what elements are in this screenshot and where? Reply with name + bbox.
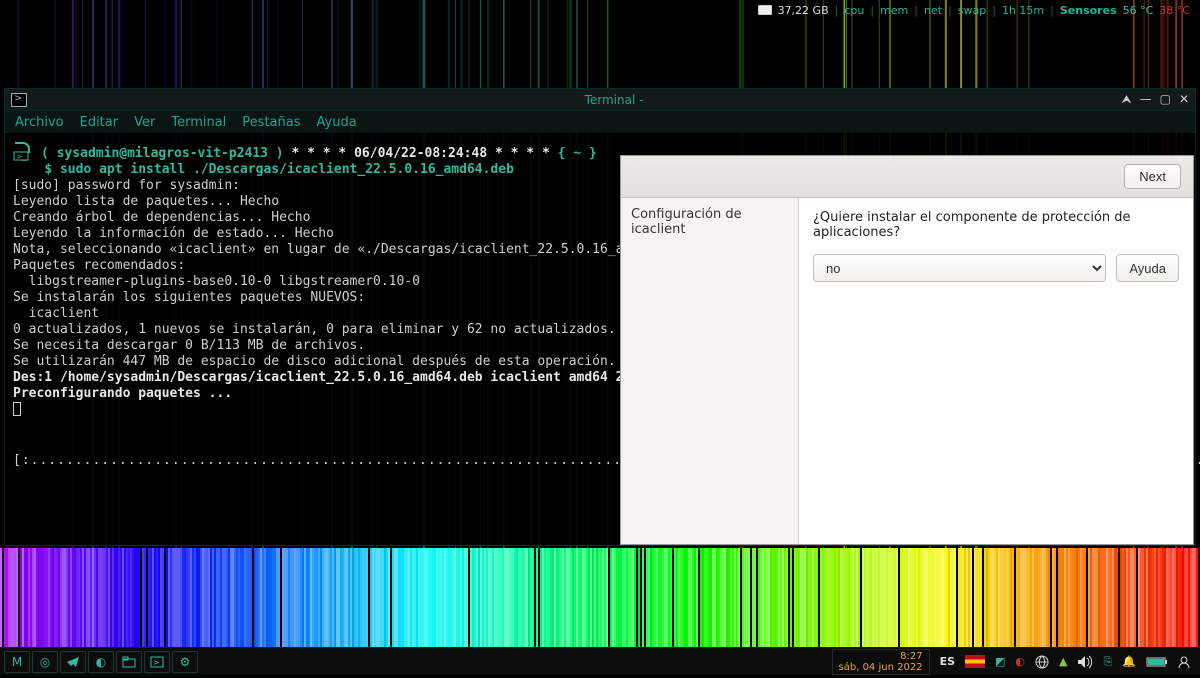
dialog-pane: ¿Quiere instalar el componente de protec… xyxy=(799,198,1193,544)
network-icon[interactable] xyxy=(1035,655,1049,669)
debconf-dialog[interactable]: Next Configuración de icaclient ¿Quiere … xyxy=(620,155,1194,545)
app-telegram[interactable] xyxy=(60,651,86,673)
clipboard-icon[interactable]: ⎘ xyxy=(1103,655,1112,669)
dialog-side-label: Configuración de icaclient xyxy=(631,207,742,237)
help-button[interactable]: Ayuda xyxy=(1116,254,1179,282)
keyboard-layout[interactable]: ES xyxy=(940,655,955,668)
cursor xyxy=(13,402,21,416)
menu-archivo[interactable]: Archivo xyxy=(15,115,64,130)
disk-icon xyxy=(758,5,772,15)
minimize-icon[interactable]: — xyxy=(1140,92,1152,107)
user-switch-icon[interactable] xyxy=(1178,655,1190,668)
close-icon[interactable]: ✕ xyxy=(1179,92,1189,107)
terminal-icon xyxy=(11,93,27,107)
dialog-question: ¿Quiere instalar el componente de protec… xyxy=(813,210,1179,240)
maximize-icon[interactable]: ▢ xyxy=(1160,92,1171,107)
swap-label: swap xyxy=(958,4,986,17)
dialog-toolbar: Next xyxy=(621,156,1193,198)
redshift-icon[interactable]: ◐ xyxy=(1015,655,1025,668)
disk-usage: 37,22 GB xyxy=(778,4,829,17)
menu-ver[interactable]: Ver xyxy=(134,115,155,130)
app-browser[interactable]: ◐ xyxy=(88,651,114,673)
window-title: Terminal - xyxy=(33,93,1195,107)
svg-text:>_: >_ xyxy=(17,152,27,161)
answer-select[interactable]: no xyxy=(813,254,1106,282)
cpu-label: cpu xyxy=(844,4,864,17)
color-picker-icon[interactable]: ◩ xyxy=(995,655,1005,668)
menu-ayuda[interactable]: Ayuda xyxy=(317,115,357,130)
app-terminal[interactable]: >_ xyxy=(144,651,170,673)
terminal-menubar: Archivo Editar Ver Terminal Pestañas Ayu… xyxy=(5,111,1195,133)
bottom-panel: M ◎ ◐ >_ ⚙ 8:27 sáb, 04 jun 2022 ES ◩ ◐ … xyxy=(0,647,1200,675)
system-topbar: 37,22 GB | cpu | mem | net | swap | 1h 1… xyxy=(758,0,1200,18)
menu-terminal[interactable]: Terminal xyxy=(171,115,226,130)
menu-launcher[interactable]: M xyxy=(4,651,30,673)
net-label: net xyxy=(924,4,942,17)
dialog-sidebar: Configuración de icaclient xyxy=(621,198,799,544)
uptime-label: 1h 15m xyxy=(1002,4,1044,17)
updates-icon[interactable]: ▲ xyxy=(1059,655,1067,668)
mem-label: mem xyxy=(880,4,908,17)
rollup-icon[interactable]: ⮝ xyxy=(1121,92,1131,107)
menu-editar[interactable]: Editar xyxy=(80,115,119,130)
next-button[interactable]: Next xyxy=(1124,164,1181,189)
temp1: 56 °C xyxy=(1123,4,1154,17)
temp2: 38 °C xyxy=(1159,4,1190,17)
app-launcher-1[interactable]: ◎ xyxy=(32,651,58,673)
sensors-label: Sensores xyxy=(1060,4,1117,17)
flag-spain-icon xyxy=(965,655,985,668)
svg-text:>_: >_ xyxy=(153,658,164,667)
notifications-icon[interactable]: 🔔 xyxy=(1122,655,1136,668)
volume-icon[interactable] xyxy=(1077,655,1093,669)
app-files[interactable] xyxy=(116,651,142,673)
app-settings[interactable]: ⚙ xyxy=(172,651,198,673)
panel-clock[interactable]: 8:27 sáb, 04 jun 2022 xyxy=(832,649,930,675)
battery-icon[interactable] xyxy=(1146,655,1168,668)
system-tray: 8:27 sáb, 04 jun 2022 ES ◩ ◐ ▲ ⎘ 🔔 xyxy=(832,649,1200,675)
menu-pestanas[interactable]: Pestañas xyxy=(242,115,300,130)
window-titlebar[interactable]: Terminal - ⮝ — ▢ ✕ xyxy=(5,89,1195,111)
